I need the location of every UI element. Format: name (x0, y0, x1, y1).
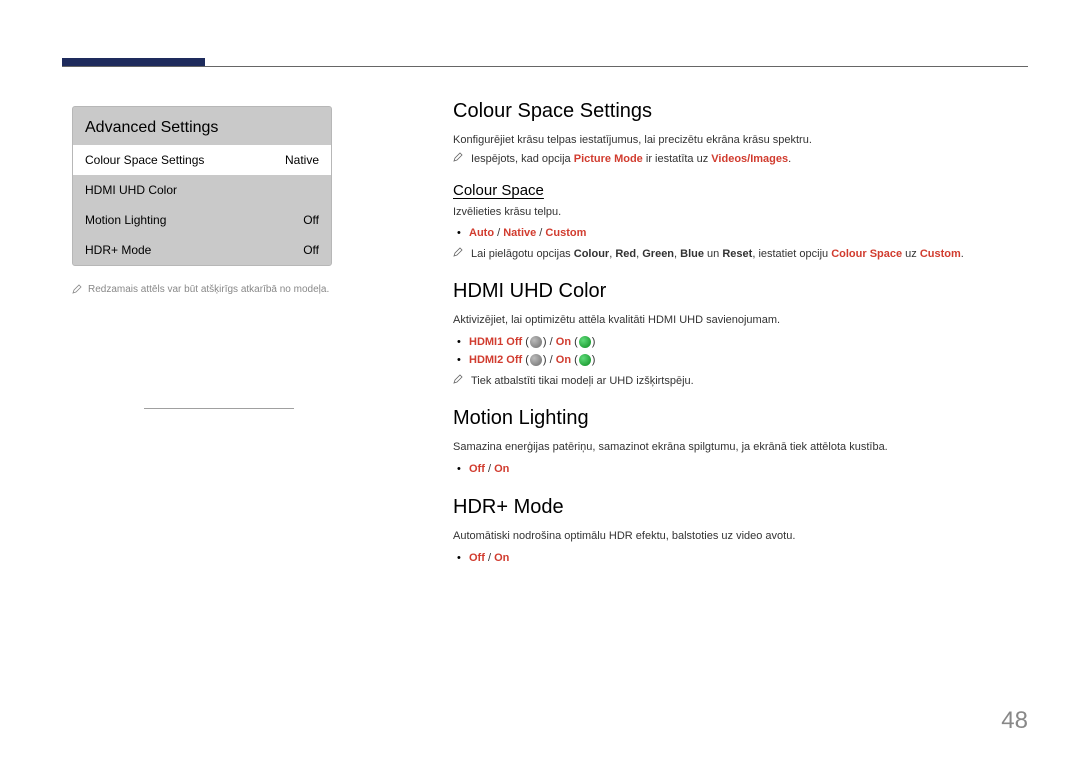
pencil-icon (453, 152, 463, 162)
desc-text: Automātiski nodrošina optimālu HDR efekt… (453, 529, 1028, 544)
heading-motion-lighting: Motion Lighting (453, 407, 1028, 430)
option-row: Off / On (453, 549, 1028, 568)
note-picture-mode: Iespējots, kad opcija Picture Mode ir ie… (453, 152, 1028, 167)
option-hdmi2: HDMI2 Off () / On () (453, 351, 1028, 370)
section-motion-lighting: Motion Lighting Samazina enerģijas patēr… (453, 407, 1028, 478)
heading-colour-space-settings: Colour Space Settings (453, 100, 1028, 123)
options-hdr: Off / On (453, 549, 1028, 568)
desc-text: Konfigurējiet krāsu telpas iestatījumus,… (453, 133, 1028, 148)
heading-hdr-mode: HDR+ Mode (453, 496, 1028, 519)
subheading-colour-space: Colour Space (453, 182, 1028, 199)
options-colour-space: Auto / Native / Custom (453, 224, 1028, 243)
left-footnote: Redzamais attēls var būt atšķirīgs atkar… (72, 284, 332, 295)
advanced-settings-panel: Advanced Settings Colour Space Settings … (72, 106, 332, 266)
panel-row-motion-lighting[interactable]: Motion Lighting Off (73, 205, 331, 235)
panel-row-hdmi-uhd[interactable]: HDMI UHD Color (73, 175, 331, 205)
options-motion: Off / On (453, 460, 1028, 479)
pencil-icon (72, 284, 82, 294)
section-colour-space-settings: Colour Space Settings Konfigurējiet krās… (453, 100, 1028, 262)
toggle-off-icon (530, 354, 542, 366)
pencil-icon (453, 247, 463, 257)
row-label: Motion Lighting (85, 213, 166, 227)
row-value: Native (285, 153, 319, 167)
note-custom-colours: Lai pielāgotu opcijas Colour, Red, Green… (453, 247, 1028, 262)
panel-title: Advanced Settings (73, 107, 331, 145)
option-row: Auto / Native / Custom (453, 224, 1028, 243)
panel-row-hdr-mode[interactable]: HDR+ Mode Off (73, 235, 331, 265)
toggle-on-icon (579, 354, 591, 366)
heading-hdmi-uhd-color: HDMI UHD Color (453, 280, 1028, 303)
option-hdmi1: HDMI1 Off () / On () (453, 333, 1028, 352)
row-value: Off (303, 243, 319, 257)
row-label: Colour Space Settings (85, 153, 204, 167)
row-value: Off (303, 213, 319, 227)
desc-text: Aktivizējiet, lai optimizētu attēla kval… (453, 313, 1028, 328)
pencil-icon (453, 374, 463, 384)
row-label: HDMI UHD Color (85, 183, 177, 197)
page-number: 48 (1001, 707, 1028, 735)
options-hdmi: HDMI1 Off () / On () HDMI2 Off () / On (… (453, 333, 1028, 370)
section-hdmi-uhd-color: HDMI UHD Color Aktivizējiet, lai optimiz… (453, 280, 1028, 389)
row-label: HDR+ Mode (85, 243, 151, 257)
option-row: Off / On (453, 460, 1028, 479)
desc-text: Izvēlieties krāsu telpu. (453, 205, 1028, 220)
toggle-on-icon (579, 336, 591, 348)
panel-row-colour-space[interactable]: Colour Space Settings Native (73, 145, 331, 175)
note-uhd-models: Tiek atbalstīti tikai modeļi ar UHD izšķ… (453, 374, 1028, 389)
section-hdr-mode: HDR+ Mode Automātiski nodrošina optimālu… (453, 496, 1028, 567)
desc-text: Samazina enerģijas patēriņu, samazinot e… (453, 440, 1028, 455)
toggle-off-icon (530, 336, 542, 348)
